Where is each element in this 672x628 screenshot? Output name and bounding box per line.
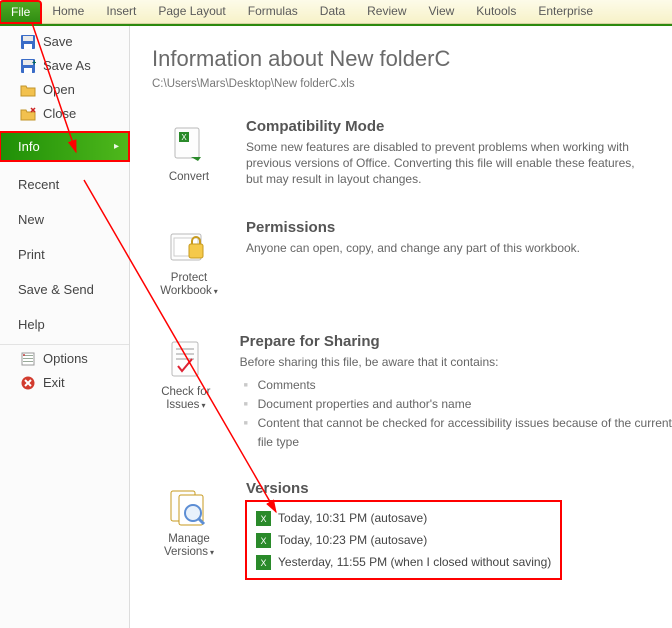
excel-file-icon: X <box>256 511 271 526</box>
protect-workbook-button[interactable]: Protect Workbook▾ <box>152 219 226 305</box>
sidebar-close[interactable]: Close <box>0 102 129 126</box>
sidebar-saveas[interactable]: + Save As <box>0 54 129 78</box>
perm-text: Anyone can open, copy, and change any pa… <box>246 240 580 256</box>
protect-icon <box>165 224 213 268</box>
open-folder-icon <box>20 82 36 98</box>
compat-text: Some new features are disabled to preven… <box>246 139 646 187</box>
file-path: C:\Users\Mars\Desktop\New folderC.xls <box>152 78 672 90</box>
save-icon <box>20 34 36 50</box>
chevron-right-icon: ▸ <box>114 141 119 152</box>
tab-formulas[interactable]: Formulas <box>237 0 309 23</box>
prepare-item: Comments <box>240 376 672 395</box>
sidebar-options[interactable]: Options <box>0 347 129 371</box>
tab-insert[interactable]: Insert <box>95 0 147 23</box>
sidebar-close-label: Close <box>43 105 76 123</box>
check-issues-icon <box>162 338 210 382</box>
versions-list: X Today, 10:31 PM (autosave) X Today, 10… <box>246 501 561 579</box>
sidebar-open[interactable]: Open <box>0 78 129 102</box>
version-item[interactable]: X Today, 10:23 PM (autosave) <box>256 529 551 551</box>
svg-text:X: X <box>260 536 266 546</box>
info-content: Information about New folderC C:\Users\M… <box>130 26 672 628</box>
tab-review[interactable]: Review <box>356 0 417 23</box>
tab-view[interactable]: View <box>418 0 466 23</box>
page-title: Information about New folderC <box>152 46 672 72</box>
prepare-text: Before sharing this file, be aware that … <box>240 354 640 370</box>
prepare-item: Document properties and author's name <box>240 395 672 414</box>
tab-pagelayout[interactable]: Page Layout <box>147 0 236 23</box>
sidebar-exit[interactable]: Exit <box>0 371 129 395</box>
ribbon-tabs: File Home Insert Page Layout Formulas Da… <box>0 0 672 24</box>
perm-heading: Permissions <box>246 219 580 236</box>
manage-versions-icon <box>165 485 213 529</box>
tab-enterprise[interactable]: Enterprise <box>527 0 604 23</box>
sidebar-saveas-label: Save As <box>43 57 91 75</box>
sidebar-print[interactable]: Print <box>0 237 129 272</box>
svg-text:X: X <box>260 558 266 568</box>
sidebar-open-label: Open <box>43 81 75 99</box>
check-issues-button[interactable]: Check for Issues▾ <box>152 333 220 419</box>
tab-data[interactable]: Data <box>309 0 356 23</box>
saveas-icon: + <box>20 58 36 74</box>
version-item[interactable]: X Yesterday, 11:55 PM (when I closed wit… <box>256 551 551 573</box>
prepare-heading: Prepare for Sharing <box>240 333 672 350</box>
svg-text:X: X <box>181 133 187 142</box>
compat-heading: Compatibility Mode <box>246 118 646 135</box>
prepare-item: Content that cannot be checked for acces… <box>240 414 672 452</box>
tab-home[interactable]: Home <box>41 0 95 23</box>
svg-text:+: + <box>32 58 36 67</box>
sidebar-info[interactable]: Info ▸ <box>0 132 129 161</box>
convert-icon: X <box>165 123 213 167</box>
excel-file-icon: X <box>256 555 271 570</box>
svg-text:X: X <box>260 514 266 524</box>
version-item[interactable]: X Today, 10:31 PM (autosave) <box>256 507 551 529</box>
sidebar-help[interactable]: Help <box>0 307 129 342</box>
sidebar-info-label: Info <box>18 139 40 154</box>
convert-button[interactable]: X Convert <box>152 118 226 191</box>
sidebar-exit-label: Exit <box>43 374 65 392</box>
tab-file[interactable]: File <box>0 1 41 23</box>
manage-versions-button[interactable]: Manage Versions▾ <box>152 480 226 566</box>
tab-kutools[interactable]: Kutools <box>465 0 527 23</box>
sidebar-recent[interactable]: Recent <box>0 167 129 202</box>
sidebar-options-label: Options <box>43 350 88 368</box>
excel-file-icon: X <box>256 533 271 548</box>
sidebar-new[interactable]: New <box>0 202 129 237</box>
sidebar-save[interactable]: Save <box>0 30 129 54</box>
options-icon <box>20 351 36 367</box>
versions-heading: Versions <box>246 480 561 497</box>
backstage-sidebar: Save + Save As Open Close Info ▸ Recent … <box>0 26 130 628</box>
sidebar-savesend[interactable]: Save & Send <box>0 272 129 307</box>
close-folder-icon <box>20 106 36 122</box>
exit-icon <box>20 375 36 391</box>
sidebar-save-label: Save <box>43 33 73 51</box>
